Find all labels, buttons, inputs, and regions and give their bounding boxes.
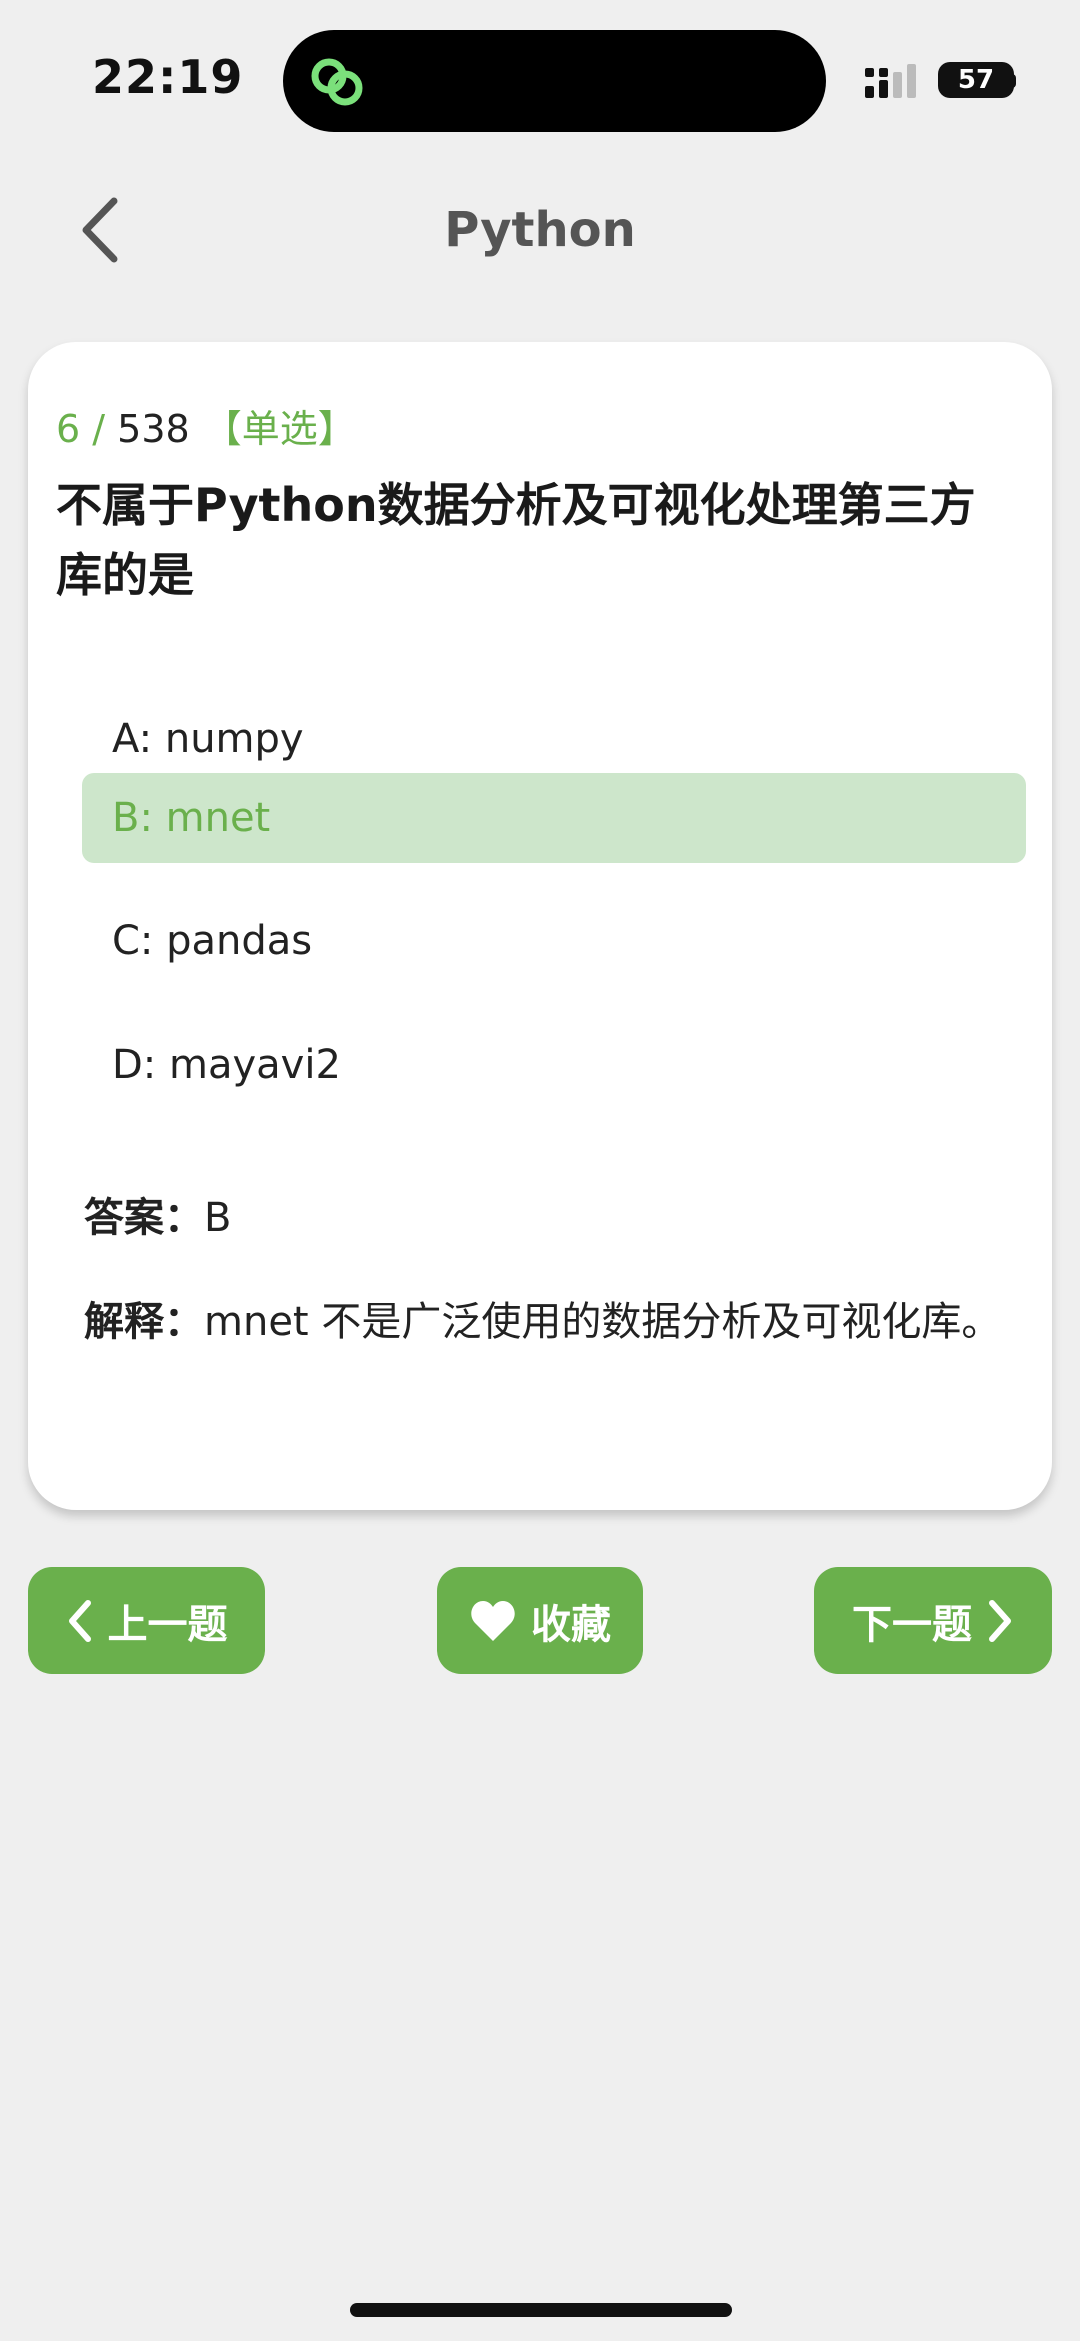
status-time: 22:19 — [92, 50, 244, 104]
status-bar: 22:19 57 — [0, 0, 1080, 160]
explanation-section: 解释：mnet 不是广泛使用的数据分析及可视化库。 — [84, 1290, 1004, 1354]
explanation-label: 解释： — [84, 1299, 204, 1345]
favorite-label: 收藏 — [531, 1601, 611, 1648]
nav-bar: Python — [0, 180, 1080, 280]
next-question-button[interactable]: 下一题 — [814, 1567, 1052, 1674]
chevron-right-icon — [989, 1599, 1011, 1642]
option-a[interactable]: A: numpy — [82, 694, 1026, 784]
question-card: 6 / 538 【单选】 不属于Python数据分析及可视化处理第三方库的是 A:… — [28, 342, 1052, 1510]
answer-section: 答案：B — [84, 1188, 1004, 1248]
battery-indicator: 57 — [938, 62, 1014, 98]
chevron-left-icon — [68, 1599, 91, 1642]
explanation-text: mnet 不是广泛使用的数据分析及可视化库。 — [204, 1299, 1002, 1345]
question-type-badge: 【单选】 — [203, 407, 356, 451]
progress-separator: / — [80, 407, 118, 451]
dynamic-island — [283, 30, 826, 132]
answer-value: B — [204, 1195, 232, 1241]
page-title: Python — [444, 202, 636, 258]
option-d[interactable]: D: mayavi2 — [82, 1020, 1026, 1110]
battery-level: 57 — [957, 65, 995, 95]
prev-question-button[interactable]: 上一题 — [28, 1567, 265, 1674]
prev-question-label: 上一题 — [107, 1601, 228, 1648]
next-question-label: 下一题 — [852, 1601, 972, 1648]
home-indicator[interactable] — [350, 2303, 732, 2317]
question-text: 不属于Python数据分析及可视化处理第三方库的是 — [56, 478, 976, 602]
heart-icon — [471, 1600, 515, 1641]
question-progress: 6 / 538 【单选】 — [56, 398, 356, 453]
battery-nub — [1010, 74, 1016, 88]
favorite-button[interactable]: 收藏 — [437, 1567, 643, 1674]
question-total: 538 — [117, 407, 190, 451]
answer-label: 答案： — [84, 1195, 204, 1241]
option-c[interactable]: C: pandas — [82, 896, 1026, 986]
link-app-icon — [311, 58, 363, 106]
question-index: 6 — [56, 407, 81, 451]
option-b[interactable]: B: mnet — [82, 773, 1026, 863]
signal-icon — [865, 64, 916, 98]
